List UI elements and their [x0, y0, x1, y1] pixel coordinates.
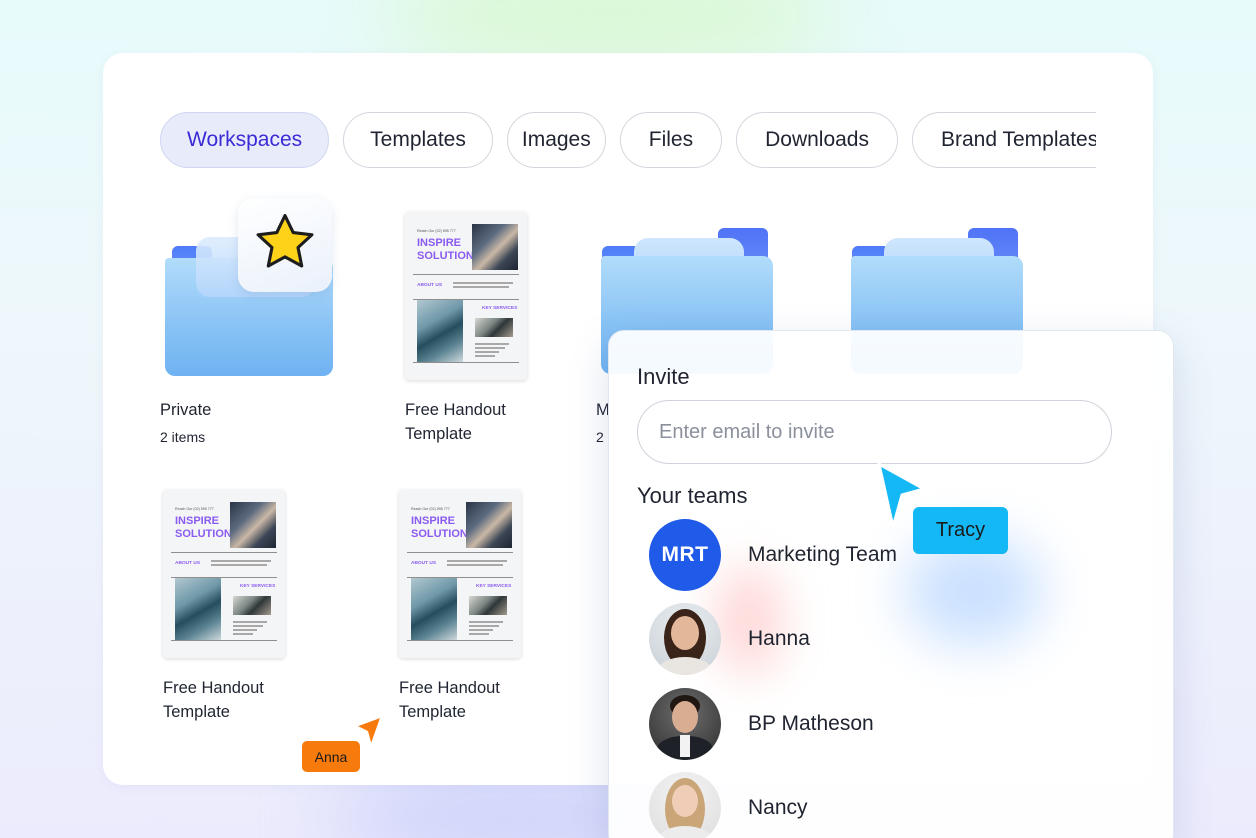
- member-name: Marketing Team: [748, 543, 898, 566]
- team-member-nancy[interactable]: Nancy: [649, 772, 1129, 838]
- doc-text-line: [453, 282, 513, 284]
- avatar-body: [657, 826, 713, 838]
- avatar: [649, 603, 721, 675]
- member-name: Nancy: [748, 796, 808, 819]
- doc-divider: [407, 552, 513, 553]
- doc-divider: [171, 552, 277, 553]
- doc-text-line: [233, 621, 267, 623]
- doc-about-label: ABOUT US: [417, 283, 443, 288]
- tab-brand-templates[interactable]: Brand Templates: [912, 112, 1096, 168]
- avatar-face: [672, 785, 698, 817]
- doc-divider: [413, 274, 519, 275]
- doc-text-line: [475, 343, 509, 345]
- item-name: Free Handout Template: [399, 679, 500, 721]
- avatar-face: [671, 616, 699, 650]
- tab-images[interactable]: Images: [506, 112, 606, 168]
- doc-text-line: [447, 560, 507, 562]
- tracy-cursor-label: Tracy: [913, 507, 1008, 554]
- avatar-body: [657, 657, 713, 675]
- doc-text-line: [475, 355, 495, 357]
- template-card[interactable]: Reach Our (02) 595 777 INSPIRE SOLUTIONS …: [405, 212, 535, 447]
- member-name: BP Matheson: [748, 712, 874, 735]
- doc-photo-laptop: [411, 578, 457, 640]
- doc-text-line: [453, 286, 509, 288]
- doc-contact: Reach Our (02) 595 777: [175, 507, 214, 511]
- doc-text-line: [475, 347, 505, 349]
- star-badge: [238, 198, 332, 292]
- item-name: Free Handout Template: [163, 679, 264, 721]
- template-card[interactable]: Reach Our (02) 595 777 INSPIRE SOLUTIONS …: [399, 490, 529, 725]
- item-count: 2: [596, 429, 604, 445]
- avatar: [649, 688, 721, 760]
- template-thumbnail: Reach Our (02) 595 777 INSPIRE SOLUTIONS …: [399, 490, 521, 658]
- doc-photo-meeting: [233, 596, 271, 615]
- doc-text-line: [447, 564, 503, 566]
- doc-photo-laptop: [417, 300, 463, 362]
- template-thumbnail: Reach Our (02) 595 777 INSPIRE SOLUTIONS …: [405, 212, 527, 380]
- avatar-shirt: [680, 735, 690, 757]
- item-count: 2 items: [160, 429, 206, 445]
- private-folder[interactable]: Private 2 items: [160, 195, 340, 445]
- doc-text-line: [469, 625, 499, 627]
- anna-cursor-label: Anna: [302, 741, 360, 772]
- item-name: Private: [160, 401, 212, 419]
- doc-photo-team: [466, 502, 512, 548]
- member-name: Hanna: [748, 627, 810, 650]
- tab-workspaces[interactable]: Workspaces: [160, 112, 330, 168]
- team-member-bp-matheson[interactable]: BP Matheson: [649, 688, 1129, 760]
- avatar: [649, 772, 721, 838]
- doc-services-label: KEY SERVICES: [240, 584, 276, 589]
- tab-files[interactable]: Files: [619, 112, 723, 168]
- star-icon: [256, 213, 314, 268]
- tracy-name: Tracy: [935, 519, 986, 541]
- team-member-hanna[interactable]: Hanna: [649, 603, 1129, 675]
- doc-services-label: KEY SERVICES: [476, 584, 512, 589]
- doc-about-label: ABOUT US: [411, 561, 437, 566]
- doc-text-line: [211, 564, 267, 566]
- avatar: MRT: [649, 519, 721, 591]
- doc-services-label: KEY SERVICES: [482, 306, 518, 311]
- doc-divider: [413, 362, 519, 363]
- tab-downloads[interactable]: Downloads: [736, 112, 898, 168]
- doc-text-line: [233, 629, 257, 631]
- doc-text-line: [469, 621, 503, 623]
- teams-title: Your teams: [637, 483, 748, 508]
- anna-name: Anna: [314, 748, 348, 765]
- doc-photo-meeting: [475, 318, 513, 337]
- template-thumbnail: Reach Our (02) 595 777 INSPIRE SOLUTIONS …: [163, 490, 285, 658]
- doc-contact: Reach Our (02) 595 777: [411, 507, 450, 511]
- tab-templates[interactable]: Templates: [343, 112, 493, 168]
- doc-text-line: [469, 633, 489, 635]
- doc-divider: [171, 640, 277, 641]
- item-name: Free Handout Template: [405, 401, 506, 443]
- doc-photo-team: [230, 502, 276, 548]
- avatar-initials: MRT: [661, 543, 709, 566]
- invite-email-input[interactable]: [637, 400, 1112, 464]
- doc-photo-team: [472, 224, 518, 270]
- invite-panel: Invite Your teams MRT Marketing Team Han…: [608, 330, 1174, 838]
- doc-photo-laptop: [175, 578, 221, 640]
- doc-text-line: [475, 351, 499, 353]
- doc-divider: [407, 640, 513, 641]
- template-card[interactable]: Reach Our (02) 595 777 INSPIRE SOLUTIONS …: [163, 490, 293, 725]
- doc-text-line: [233, 633, 253, 635]
- avatar-face: [672, 701, 698, 733]
- doc-text-line: [469, 629, 493, 631]
- doc-about-label: ABOUT US: [175, 561, 201, 566]
- doc-text-line: [233, 625, 263, 627]
- tab-bar: Workspaces Templates Images Files Downlo…: [160, 110, 1096, 170]
- invite-title: Invite: [637, 364, 690, 389]
- doc-contact: Reach Our (02) 595 777: [417, 229, 456, 233]
- doc-photo-meeting: [469, 596, 507, 615]
- doc-text-line: [211, 560, 271, 562]
